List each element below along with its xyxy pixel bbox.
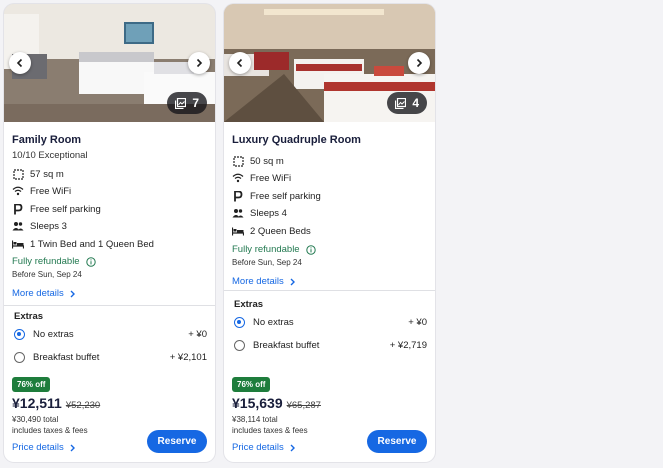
parking-icon xyxy=(232,190,244,202)
photo-gallery-button[interactable]: 7 xyxy=(167,92,207,114)
info-icon[interactable] xyxy=(305,244,316,255)
price-line: ¥12,511 ¥52,230 xyxy=(12,395,100,411)
amenity-size: 50 sq m xyxy=(232,154,284,168)
amenity-wifi: Free WiFi xyxy=(232,171,291,185)
more-details-link[interactable]: More details xyxy=(12,288,76,299)
taxes-note: includes taxes & fees xyxy=(232,426,308,435)
divider xyxy=(4,305,215,306)
taxes-note: includes taxes & fees xyxy=(12,426,88,435)
refund-deadline: Before Sun, Sep 24 xyxy=(232,258,302,267)
amenity-parking: Free self parking xyxy=(232,189,321,203)
amenity-wifi: Free WiFi xyxy=(12,184,71,198)
current-price: ¥12,511 xyxy=(12,395,62,411)
original-price: ¥65,287 xyxy=(286,400,321,411)
room-photo[interactable]: 4 xyxy=(224,4,435,122)
room-card-luxury-quadruple: 4 Luxury Quadruple Room 50 sq m Free WiF… xyxy=(224,4,435,462)
extra-option-no-extras[interactable]: No extras + ¥0 xyxy=(234,315,427,329)
amenity-sleeps: Sleeps 4 xyxy=(232,206,287,220)
amenity-sleeps: Sleeps 3 xyxy=(12,219,67,233)
floor-plan-icon xyxy=(12,168,24,180)
extra-option-breakfast[interactable]: Breakfast buffet + ¥2,101 xyxy=(14,350,207,364)
reserve-button[interactable]: Reserve xyxy=(147,430,207,453)
radio-button-selected[interactable] xyxy=(14,328,25,340)
chevron-left-icon xyxy=(236,58,243,68)
bed-icon xyxy=(232,225,244,237)
photo-gallery-button[interactable]: 4 xyxy=(387,92,427,114)
amenity-beds: 2 Queen Beds xyxy=(232,224,311,238)
discount-badge: 76% off xyxy=(232,377,271,392)
divider xyxy=(224,290,435,291)
next-photo-button[interactable] xyxy=(408,52,430,74)
total-price: ¥38,114 total xyxy=(232,415,278,424)
radio-button-selected[interactable] xyxy=(234,316,245,328)
extras-title: Extras xyxy=(14,311,44,322)
chevron-right-icon xyxy=(70,290,75,297)
previous-photo-button[interactable] xyxy=(9,52,31,74)
current-price: ¥15,639 xyxy=(232,395,283,411)
room-name: Family Room xyxy=(12,134,82,146)
chevron-right-icon xyxy=(70,444,75,451)
gallery-icon xyxy=(395,97,407,109)
gallery-icon xyxy=(175,97,187,109)
floor-plan-icon xyxy=(232,155,244,167)
photo-count: 4 xyxy=(412,96,419,110)
room-name: Luxury Quadruple Room xyxy=(232,134,361,146)
total-price: ¥30,490 total xyxy=(12,415,59,424)
original-price: ¥52,230 xyxy=(65,400,101,411)
info-icon[interactable] xyxy=(85,256,96,267)
refund-status: Fully refundable xyxy=(232,244,316,255)
extra-option-breakfast[interactable]: Breakfast buffet + ¥2,719 xyxy=(234,338,427,352)
more-details-link[interactable]: More details xyxy=(232,276,296,287)
wifi-icon xyxy=(232,172,244,184)
room-card-family: 7 Family Room 10/10 Exceptional 57 sq m … xyxy=(4,4,215,462)
price-details-link[interactable]: Price details xyxy=(232,442,296,453)
chevron-right-icon xyxy=(290,278,295,285)
chevron-right-icon xyxy=(416,58,423,68)
chevron-right-icon xyxy=(290,444,295,451)
chevron-right-icon xyxy=(196,58,203,68)
people-icon xyxy=(12,220,24,232)
radio-button[interactable] xyxy=(234,339,245,351)
radio-button[interactable] xyxy=(14,351,25,363)
people-icon xyxy=(232,207,244,219)
extras-title: Extras xyxy=(234,299,264,310)
price-line: ¥15,639 ¥65,287 xyxy=(232,395,321,411)
room-rating: 10/10 Exceptional xyxy=(12,150,88,161)
refund-deadline: Before Sun, Sep 24 xyxy=(12,270,82,279)
reserve-button[interactable]: Reserve xyxy=(367,430,427,453)
room-photo[interactable]: 7 xyxy=(4,4,215,122)
price-details-link[interactable]: Price details xyxy=(12,442,76,453)
bed-icon xyxy=(12,238,24,250)
extra-option-no-extras[interactable]: No extras + ¥0 xyxy=(14,327,207,341)
amenity-beds: 1 Twin Bed and 1 Queen Bed xyxy=(12,237,154,251)
chevron-left-icon xyxy=(16,58,23,68)
photo-count: 7 xyxy=(192,96,199,110)
amenity-parking: Free self parking xyxy=(12,202,101,216)
previous-photo-button[interactable] xyxy=(229,52,251,74)
discount-badge: 76% off xyxy=(12,377,51,392)
refund-status: Fully refundable xyxy=(12,256,96,267)
amenity-size: 57 sq m xyxy=(12,167,64,181)
parking-icon xyxy=(12,203,24,215)
next-photo-button[interactable] xyxy=(188,52,210,74)
wifi-icon xyxy=(12,185,24,197)
